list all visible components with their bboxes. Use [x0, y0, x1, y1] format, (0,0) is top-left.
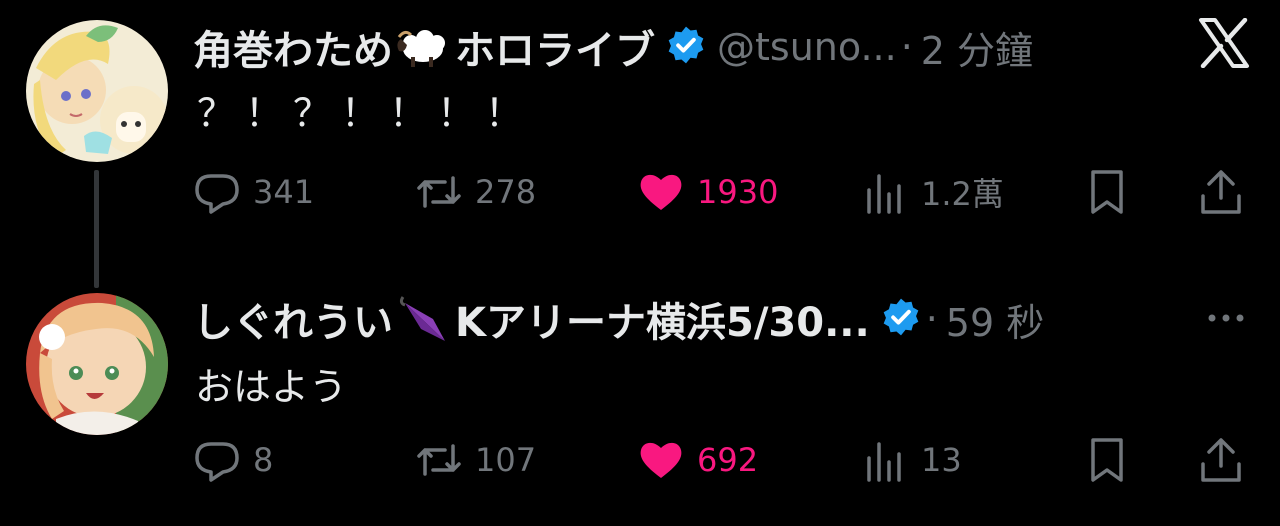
reply-icon — [195, 442, 239, 482]
like-count: 1930 — [697, 173, 779, 211]
retweet-button[interactable]: 278 — [415, 162, 536, 222]
tweet-2-actions: 8 107 692 13 — [193, 430, 1253, 490]
views-button[interactable]: 1.2萬 — [861, 162, 1004, 222]
tweet-2-header: しぐれうい Kアリーナ横浜5/30... · 59 秒 — [193, 290, 1044, 348]
reply-icon — [195, 174, 239, 214]
avatar-watame[interactable] — [26, 20, 168, 162]
heart-icon — [640, 442, 682, 478]
avatar-ui[interactable] — [26, 293, 168, 435]
reply-count: 8 — [253, 441, 274, 479]
views-count: 1.2萬 — [921, 175, 1004, 213]
views-icon — [867, 174, 901, 214]
retweet-icon — [417, 176, 461, 208]
tweet-1-text: ？！？！！！！ — [197, 91, 534, 135]
reply-button[interactable]: 341 — [193, 162, 314, 222]
verified-badge-icon — [870, 296, 922, 342]
tweet-2-text: おはよう — [195, 365, 348, 409]
like-button[interactable]: 692 — [637, 430, 758, 490]
display-name[interactable]: 角巻わため — [193, 18, 393, 76]
tweet-1-actions: 341 278 1930 1.2萬 — [193, 162, 1253, 222]
share-icon — [1201, 438, 1241, 482]
thread-connector-line — [94, 170, 99, 288]
separator-dot: · — [925, 297, 938, 341]
bookmark-button[interactable] — [1083, 162, 1131, 222]
verified-badge-icon — [655, 24, 707, 70]
tweet-1-header: 角巻わため ホロライブ @tsuno... · 2 分鐘 — [193, 18, 1033, 76]
bookmark-icon — [1091, 438, 1123, 482]
views-button[interactable]: 13 — [861, 430, 962, 490]
user-handle[interactable]: @tsuno... — [717, 25, 897, 69]
display-name[interactable]: しぐれうい — [193, 290, 393, 348]
reply-button[interactable]: 8 — [193, 430, 273, 490]
like-count: 692 — [697, 441, 759, 479]
share-button[interactable] — [1197, 430, 1245, 490]
retweet-count: 278 — [475, 173, 537, 211]
retweet-button[interactable]: 107 — [415, 430, 536, 490]
bookmark-button[interactable] — [1083, 430, 1131, 490]
share-icon — [1201, 170, 1241, 214]
views-icon — [867, 442, 901, 482]
share-button[interactable] — [1197, 162, 1245, 222]
retweet-count: 107 — [475, 441, 537, 479]
x-logo-icon[interactable] — [1198, 17, 1250, 69]
separator-dot: · — [900, 25, 913, 69]
closed-umbrella-emoji-icon — [395, 295, 453, 343]
bookmark-icon — [1091, 170, 1123, 214]
heart-icon — [640, 174, 682, 210]
retweet-icon — [417, 444, 461, 476]
like-button[interactable]: 1930 — [637, 162, 778, 222]
timestamp[interactable]: 2 分鐘 — [921, 20, 1033, 75]
display-name-suffix[interactable]: Kアリーナ横浜5/30... — [455, 290, 870, 348]
timestamp[interactable]: 59 秒 — [946, 292, 1044, 347]
display-name-suffix[interactable]: ホロライブ — [455, 18, 655, 76]
views-count: 13 — [921, 441, 962, 479]
sheep-emoji-icon — [395, 23, 453, 71]
reply-count: 341 — [253, 173, 315, 211]
more-icon[interactable] — [1200, 292, 1252, 344]
